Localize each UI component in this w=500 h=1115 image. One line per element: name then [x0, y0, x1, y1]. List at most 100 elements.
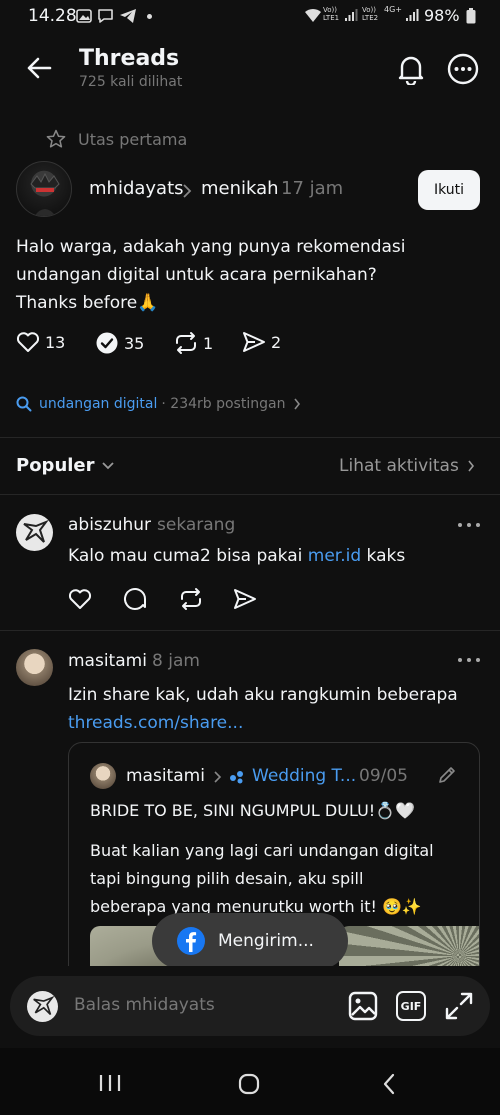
gallery-notification-icon: [76, 9, 92, 23]
activity-label: Lihat aktivitas: [339, 456, 459, 476]
repost-icon[interactable]: [178, 587, 204, 611]
repost-action[interactable]: 1: [173, 331, 213, 355]
toast-label: Mengirim...: [218, 931, 314, 951]
chevron-right-icon: [293, 398, 301, 410]
reply-author[interactable]: masitami: [68, 651, 147, 671]
facebook-icon: [176, 926, 206, 956]
share-count: 2: [271, 332, 282, 352]
reply-avatar[interactable]: [16, 514, 53, 551]
system-nav-bar: [0, 1048, 500, 1115]
divider: [0, 494, 500, 495]
status-bar: 14.28 Vo)) LTE1 Vo)) LTE2 4G+ 98%: [0, 0, 500, 34]
tag-meta: · 234rb postingan: [161, 396, 286, 412]
more-options-icon[interactable]: [447, 53, 479, 85]
like-action[interactable]: 13: [16, 331, 65, 353]
reply-more-icon[interactable]: [458, 522, 480, 528]
post-author[interactable]: mhidayats: [89, 178, 184, 199]
like-count: 13: [45, 332, 66, 352]
sort-label: Populer: [16, 455, 95, 476]
battery-icon: [466, 8, 476, 24]
chevron-down-icon: [101, 461, 115, 471]
wifi-icon: [304, 7, 322, 23]
reply-text-body: Kalo mau cuma2 bisa pakai: [68, 546, 308, 566]
reply-time: 8 jam: [152, 651, 200, 671]
gif-button[interactable]: GIF: [396, 991, 426, 1021]
gif-label: GIF: [400, 999, 422, 1013]
image-icon[interactable]: [348, 991, 378, 1021]
recent-apps-icon[interactable]: [98, 1074, 122, 1092]
divider: [0, 437, 500, 438]
reply-more-icon[interactable]: [458, 657, 480, 663]
signal1-icon: [344, 8, 358, 22]
activity-link[interactable]: Lihat aktivitas: [339, 456, 475, 476]
sim2-label: Vo)) LTE2: [362, 6, 379, 22]
battery-percent: 98%: [424, 6, 460, 25]
follow-button[interactable]: Ikuti: [418, 170, 480, 210]
chat-notification-icon: [97, 8, 114, 24]
tag-name[interactable]: undangan digital: [39, 396, 157, 412]
chevron-right-icon: [467, 459, 475, 473]
quoted-text-line: Buat kalian yang lagi cari undangan digi…: [90, 841, 434, 860]
reply-link[interactable]: mer.id: [308, 546, 361, 566]
heart-icon[interactable]: [68, 588, 92, 610]
post-text: Halo warga, adakah yang punya rekomendas…: [16, 233, 406, 317]
reply-text-body: Izin share kak, udah aku rangkumin beber…: [68, 685, 458, 705]
tag-row[interactable]: undangan digital · 234rb postingan: [16, 396, 301, 412]
post-topic[interactable]: menikah: [201, 178, 279, 199]
sending-toast: Mengirim...: [152, 913, 348, 969]
quoted-text-line: BRIDE TO BE, SINI NGUMPUL DULU!💍🤍: [90, 801, 416, 820]
star-icon: [46, 129, 66, 149]
sort-dropdown[interactable]: Populer: [16, 455, 115, 476]
chevron-right-icon: [182, 183, 192, 199]
reply-text-after: kaks: [361, 546, 406, 566]
status-time: 14.28: [28, 6, 77, 26]
topic-dots-icon: [229, 770, 245, 784]
heart-icon[interactable]: [16, 331, 40, 353]
post-text-line: Halo warga, adakah yang punya rekomendas…: [16, 237, 406, 257]
reply-input[interactable]: Balas mhidayats: [74, 995, 215, 1015]
search-icon: [16, 396, 32, 412]
post-time: 17 jam: [281, 178, 344, 199]
send-icon[interactable]: [242, 331, 266, 353]
quoted-author[interactable]: masitami: [126, 766, 205, 786]
expand-icon[interactable]: [444, 991, 474, 1021]
quoted-topic[interactable]: Wedding T...: [252, 766, 356, 786]
divider: [0, 630, 500, 631]
quoted-text-line: tapi bingung pilih desain, aku spill: [90, 869, 364, 888]
author-avatar[interactable]: [16, 161, 72, 217]
page-title: Threads: [79, 46, 180, 71]
quoted-date: 09/05: [359, 766, 408, 786]
back-nav-icon[interactable]: [382, 1073, 396, 1095]
comment-icon[interactable]: [123, 587, 147, 611]
share-action[interactable]: 2: [242, 331, 281, 353]
reply-action[interactable]: 35: [95, 331, 144, 355]
post-text-line: undangan digital untuk acara pernikahan?: [16, 265, 377, 285]
follow-button-label: Ikuti: [433, 182, 465, 198]
chevron-right-icon: [213, 770, 222, 784]
pinned-label: Utas pertama: [78, 130, 188, 149]
repost-icon[interactable]: [173, 331, 199, 355]
network-type-label: 4G+: [384, 5, 402, 14]
post-text-line: Thanks before🙏: [16, 293, 159, 313]
bell-icon[interactable]: [396, 53, 426, 85]
reply-count: 35: [124, 333, 145, 353]
header: Threads 725 kali dilihat: [0, 34, 500, 106]
reply-link[interactable]: threads.com/share...: [68, 709, 458, 737]
reply-text: Izin share kak, udah aku rangkumin beber…: [68, 681, 458, 737]
my-avatar: [27, 991, 58, 1022]
view-count: 725 kali dilihat: [79, 74, 183, 90]
reply-author[interactable]: abiszuhur: [68, 515, 151, 535]
reply-bubble-check-icon[interactable]: [95, 331, 119, 355]
more-notifications-dot-icon: [147, 14, 152, 19]
quoted-avatar: [90, 763, 116, 789]
reply-text: Kalo mau cuma2 bisa pakai mer.id kaks: [68, 546, 405, 566]
quoted-text: BRIDE TO BE, SINI NGUMPUL DULU!💍🤍 Buat k…: [90, 797, 434, 921]
home-icon[interactable]: [238, 1073, 260, 1095]
back-arrow-icon[interactable]: [26, 56, 52, 80]
send-icon[interactable]: [233, 588, 257, 610]
reply-avatar[interactable]: [16, 649, 53, 686]
edit-pencil-icon: [437, 765, 457, 785]
repost-count: 1: [203, 333, 214, 353]
signal2-icon: [405, 8, 419, 22]
reply-bar[interactable]: Balas mhidayats GIF: [10, 976, 490, 1036]
